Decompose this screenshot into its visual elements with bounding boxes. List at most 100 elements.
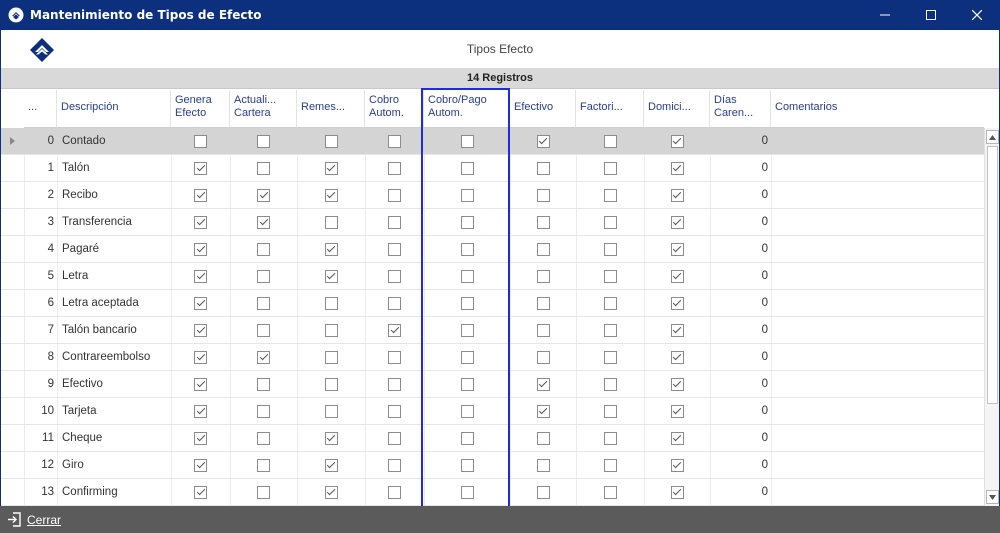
- dias-carencia-cell[interactable]: 0: [710, 425, 768, 451]
- factoring-checkbox[interactable]: [603, 161, 617, 175]
- cobro-pago-autom-checkbox[interactable]: [460, 377, 474, 391]
- factoring-checkbox[interactable]: [603, 269, 617, 283]
- descripcion-cell[interactable]: Contrareembolso: [62, 344, 168, 370]
- table-row[interactable]: 12 Giro 0: [1, 452, 984, 479]
- cobro-pago-autom-checkbox[interactable]: [460, 350, 474, 364]
- cobro-pago-autom-checkbox[interactable]: [460, 323, 474, 337]
- efectivo-checkbox[interactable]: [536, 485, 550, 499]
- domiciliable-checkbox[interactable]: [670, 215, 684, 229]
- genera-efecto-checkbox[interactable]: [194, 323, 207, 337]
- remesable-checkbox[interactable]: [324, 458, 338, 472]
- efectivo-checkbox[interactable]: [536, 458, 550, 472]
- remesable-checkbox[interactable]: [324, 350, 338, 364]
- cobro-autom-checkbox[interactable]: [388, 242, 401, 256]
- comentarios-cell[interactable]: [775, 290, 980, 316]
- table-row[interactable]: 3 Transferencia 0: [1, 209, 984, 236]
- vertical-scrollbar[interactable]: [984, 128, 999, 506]
- cobro-autom-checkbox[interactable]: [388, 215, 401, 229]
- remesable-checkbox[interactable]: [324, 431, 338, 445]
- remesable-checkbox[interactable]: [324, 242, 338, 256]
- descripcion-cell[interactable]: Recibo: [62, 182, 168, 208]
- comentarios-cell[interactable]: [775, 479, 980, 505]
- cobro-pago-autom-checkbox[interactable]: [460, 458, 474, 472]
- factoring-checkbox[interactable]: [603, 431, 617, 445]
- row-id-cell[interactable]: 3: [24, 209, 54, 235]
- comentarios-cell[interactable]: [775, 425, 980, 451]
- cerrar-button[interactable]: Cerrar: [7, 512, 61, 527]
- row-id-cell[interactable]: 13: [24, 479, 54, 505]
- genera-efecto-checkbox[interactable]: [194, 350, 207, 364]
- descripcion-cell[interactable]: Talón bancario: [62, 317, 168, 343]
- cobro-autom-checkbox[interactable]: [388, 377, 401, 391]
- efectivo-checkbox[interactable]: [536, 242, 550, 256]
- comentarios-cell[interactable]: [775, 236, 980, 262]
- descripcion-cell[interactable]: Pagaré: [62, 236, 168, 262]
- table-row[interactable]: 4 Pagaré 0: [1, 236, 984, 263]
- table-row[interactable]: 6 Letra aceptada 0: [1, 290, 984, 317]
- cobro-autom-checkbox[interactable]: [388, 485, 401, 499]
- factoring-checkbox[interactable]: [603, 215, 617, 229]
- factoring-checkbox[interactable]: [603, 296, 617, 310]
- domiciliable-checkbox[interactable]: [670, 323, 684, 337]
- cobro-pago-autom-checkbox[interactable]: [460, 134, 474, 148]
- column-header-dias-carencia[interactable]: Días Caren...: [710, 90, 771, 128]
- domiciliable-checkbox[interactable]: [670, 134, 684, 148]
- actualiza-cartera-checkbox[interactable]: [257, 134, 270, 148]
- row-id-cell[interactable]: 5: [24, 263, 54, 289]
- dias-carencia-cell[interactable]: 0: [710, 344, 768, 370]
- dias-carencia-cell[interactable]: 0: [710, 290, 768, 316]
- genera-efecto-checkbox[interactable]: [194, 485, 207, 499]
- row-id-cell[interactable]: 6: [24, 290, 54, 316]
- cobro-pago-autom-checkbox[interactable]: [460, 215, 474, 229]
- column-header-cobro-autom[interactable]: Cobro Autom.: [365, 90, 424, 128]
- column-header-efectivo[interactable]: Efectivo: [510, 90, 576, 128]
- dias-carencia-cell[interactable]: 0: [710, 128, 768, 154]
- comentarios-cell[interactable]: [775, 182, 980, 208]
- cobro-autom-checkbox[interactable]: [388, 134, 401, 148]
- row-id-cell[interactable]: 11: [24, 425, 54, 451]
- remesable-checkbox[interactable]: [324, 269, 338, 283]
- descripcion-cell[interactable]: Letra: [62, 263, 168, 289]
- actualiza-cartera-checkbox[interactable]: [257, 404, 270, 418]
- column-header-factoring[interactable]: Factori...: [576, 90, 644, 128]
- maximize-button[interactable]: [908, 0, 954, 30]
- efectivo-checkbox[interactable]: [536, 404, 550, 418]
- efectivo-checkbox[interactable]: [536, 161, 550, 175]
- remesable-checkbox[interactable]: [324, 377, 338, 391]
- actualiza-cartera-checkbox[interactable]: [257, 323, 270, 337]
- descripcion-cell[interactable]: Tarjeta: [62, 398, 168, 424]
- dias-carencia-cell[interactable]: 0: [710, 263, 768, 289]
- genera-efecto-checkbox[interactable]: [194, 404, 207, 418]
- descripcion-cell[interactable]: Talón: [62, 155, 168, 181]
- remesable-checkbox[interactable]: [324, 161, 338, 175]
- table-row[interactable]: 2 Recibo 0: [1, 182, 984, 209]
- comentarios-cell[interactable]: [775, 452, 980, 478]
- minimize-button[interactable]: [862, 0, 908, 30]
- comentarios-cell[interactable]: [775, 263, 980, 289]
- row-id-cell[interactable]: 4: [24, 236, 54, 262]
- factoring-checkbox[interactable]: [603, 134, 617, 148]
- cobro-autom-checkbox[interactable]: [388, 269, 401, 283]
- column-header-cobro-pago-autom[interactable]: Cobro/Pago Autom.: [424, 90, 510, 128]
- descripcion-cell[interactable]: Cheque: [62, 425, 168, 451]
- dias-carencia-cell[interactable]: 0: [710, 155, 768, 181]
- cobro-pago-autom-checkbox[interactable]: [460, 269, 474, 283]
- factoring-checkbox[interactable]: [603, 404, 617, 418]
- efectivo-checkbox[interactable]: [536, 269, 550, 283]
- column-header-domiciliable[interactable]: Domici...: [644, 90, 710, 128]
- descripcion-cell[interactable]: Confirming: [62, 479, 168, 505]
- actualiza-cartera-checkbox[interactable]: [257, 377, 270, 391]
- remesable-checkbox[interactable]: [324, 134, 338, 148]
- domiciliable-checkbox[interactable]: [670, 485, 684, 499]
- cobro-pago-autom-checkbox[interactable]: [460, 404, 474, 418]
- efectivo-checkbox[interactable]: [536, 431, 550, 445]
- table-row[interactable]: 11 Cheque 0: [1, 425, 984, 452]
- genera-efecto-checkbox[interactable]: [194, 458, 207, 472]
- efectivo-checkbox[interactable]: [536, 350, 550, 364]
- domiciliable-checkbox[interactable]: [670, 296, 684, 310]
- row-id-cell[interactable]: 2: [24, 182, 54, 208]
- remesable-checkbox[interactable]: [324, 404, 338, 418]
- remesable-checkbox[interactable]: [324, 323, 338, 337]
- efectivo-checkbox[interactable]: [536, 215, 550, 229]
- factoring-checkbox[interactable]: [603, 377, 617, 391]
